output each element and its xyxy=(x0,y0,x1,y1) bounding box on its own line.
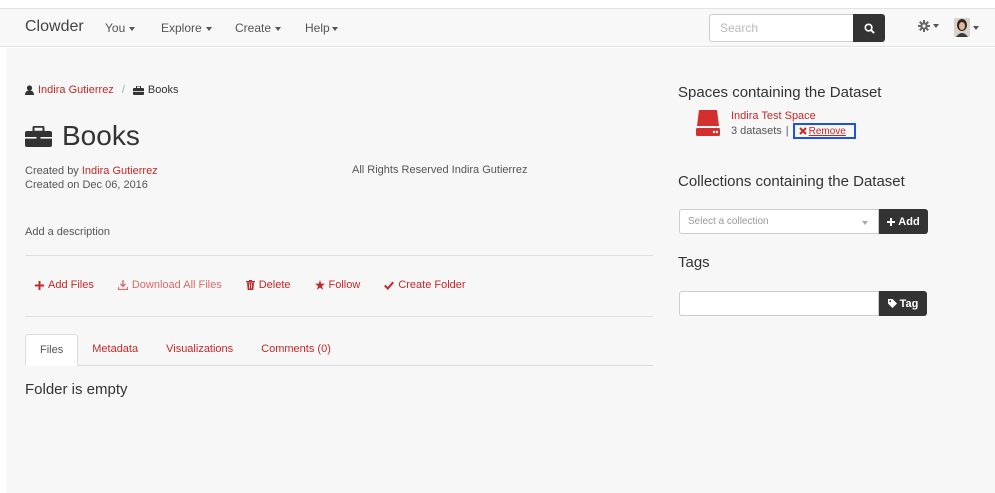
avatar xyxy=(954,18,970,37)
dataset-meta: Created by Indira Gutierrez Created on D… xyxy=(25,164,158,192)
remove-label: Remove xyxy=(808,125,846,137)
user-menu[interactable] xyxy=(954,18,979,37)
search-button[interactable] xyxy=(853,14,885,42)
separator: | xyxy=(785,125,789,137)
nav-menu-label: Help xyxy=(305,21,330,35)
space-dataset-count: 3 datasets xyxy=(731,125,782,137)
tag-label: Tag xyxy=(899,297,919,310)
download-all-label: Download All Files xyxy=(131,279,222,291)
space-link[interactable]: Indira Test Space xyxy=(731,110,816,122)
top-navbar: Clowder You Explore Create Help xyxy=(0,8,995,47)
tab-metadata[interactable]: Metadata xyxy=(78,334,152,365)
download-all-button[interactable]: Download All Files xyxy=(117,279,222,291)
empty-folder-message: Folder is empty xyxy=(25,381,128,398)
delete-label: Delete xyxy=(258,279,291,291)
plus-icon xyxy=(887,217,896,226)
plus-icon xyxy=(35,280,44,290)
briefcase-icon xyxy=(132,85,144,95)
collection-select-value: Select a collection xyxy=(688,216,769,227)
divider xyxy=(25,316,653,317)
create-folder-button[interactable]: Create Folder xyxy=(384,279,466,291)
add-tag-button[interactable]: Tag xyxy=(879,291,927,316)
hard-drive-icon xyxy=(696,110,720,136)
close-icon xyxy=(798,127,807,135)
caret-down-icon xyxy=(331,26,338,31)
tab-files[interactable]: Files xyxy=(25,334,79,366)
add-description-link[interactable]: Add a description xyxy=(25,226,110,238)
delete-button[interactable]: Delete xyxy=(245,279,291,291)
dataset-tabs: Files Metadata Visualizations Comments (… xyxy=(25,334,653,366)
nav-menu-help[interactable]: Help xyxy=(305,21,338,35)
creator-link[interactable]: Indira Gutierrez xyxy=(82,165,158,177)
check-icon xyxy=(384,281,395,290)
tags-heading: Tags xyxy=(678,254,710,271)
trash-icon xyxy=(245,280,255,290)
tag-icon xyxy=(887,299,897,308)
license-text: All Rights Reserved Indira Gutierrez xyxy=(352,164,528,176)
nav-menu-you[interactable]: You xyxy=(105,21,136,35)
breadcrumb-separator: / xyxy=(121,84,125,96)
caret-down-icon xyxy=(973,25,979,30)
spaces-heading: Spaces containing the Dataset xyxy=(678,84,882,101)
breadcrumb-dataset: Books xyxy=(147,84,179,96)
add-label: Add xyxy=(898,215,920,228)
nav-menu-label: You xyxy=(105,21,126,35)
caret-down-icon xyxy=(275,26,282,31)
collections-heading: Collections containing the Dataset xyxy=(678,173,905,190)
gear-icon xyxy=(918,20,930,32)
collection-select[interactable]: Select a collection xyxy=(679,209,879,234)
add-files-label: Add Files xyxy=(48,279,94,291)
nav-menu-create[interactable]: Create xyxy=(235,21,282,35)
star-icon xyxy=(314,280,325,290)
space-item: Indira Test Space 3 datasets | Remove xyxy=(695,108,856,139)
created-on: Created on Dec 06, 2016 xyxy=(25,179,148,191)
breadcrumb: Indira Gutierrez / Books xyxy=(25,84,178,96)
nav-menu-label: Create xyxy=(235,21,272,35)
remove-from-space-button[interactable]: Remove xyxy=(792,123,856,139)
caret-down-icon xyxy=(933,24,939,28)
caret-down-icon xyxy=(205,26,212,31)
dataset-title: Books xyxy=(62,120,140,151)
create-folder-label: Create Folder xyxy=(398,279,466,291)
settings-menu[interactable] xyxy=(918,20,939,32)
divider xyxy=(25,255,653,256)
page-title: Books xyxy=(25,120,140,152)
caret-down-icon xyxy=(129,26,136,31)
tab-visualizations[interactable]: Visualizations xyxy=(152,334,247,365)
download-icon xyxy=(117,280,128,290)
search-input[interactable] xyxy=(709,14,854,42)
nav-menu-label: Explore xyxy=(161,21,202,35)
chevron-down-icon xyxy=(862,221,868,225)
add-collection-button[interactable]: Add xyxy=(879,209,928,234)
user-icon xyxy=(25,85,34,95)
briefcase-icon xyxy=(25,125,52,147)
add-files-button[interactable]: Add Files xyxy=(35,279,94,291)
brand-logo[interactable]: Clowder xyxy=(25,18,84,36)
tag-input[interactable] xyxy=(679,291,879,316)
follow-label: Follow xyxy=(328,279,361,291)
search-icon xyxy=(863,22,875,34)
follow-button[interactable]: Follow xyxy=(314,279,361,291)
created-by-label: Created by xyxy=(25,165,79,177)
breadcrumb-user-link[interactable]: Indira Gutierrez xyxy=(38,84,114,96)
nav-menu-explore[interactable]: Explore xyxy=(161,21,212,35)
dataset-actions: Add Files Download All Files Delete Foll… xyxy=(35,279,466,291)
tab-comments[interactable]: Comments (0) xyxy=(247,334,345,365)
